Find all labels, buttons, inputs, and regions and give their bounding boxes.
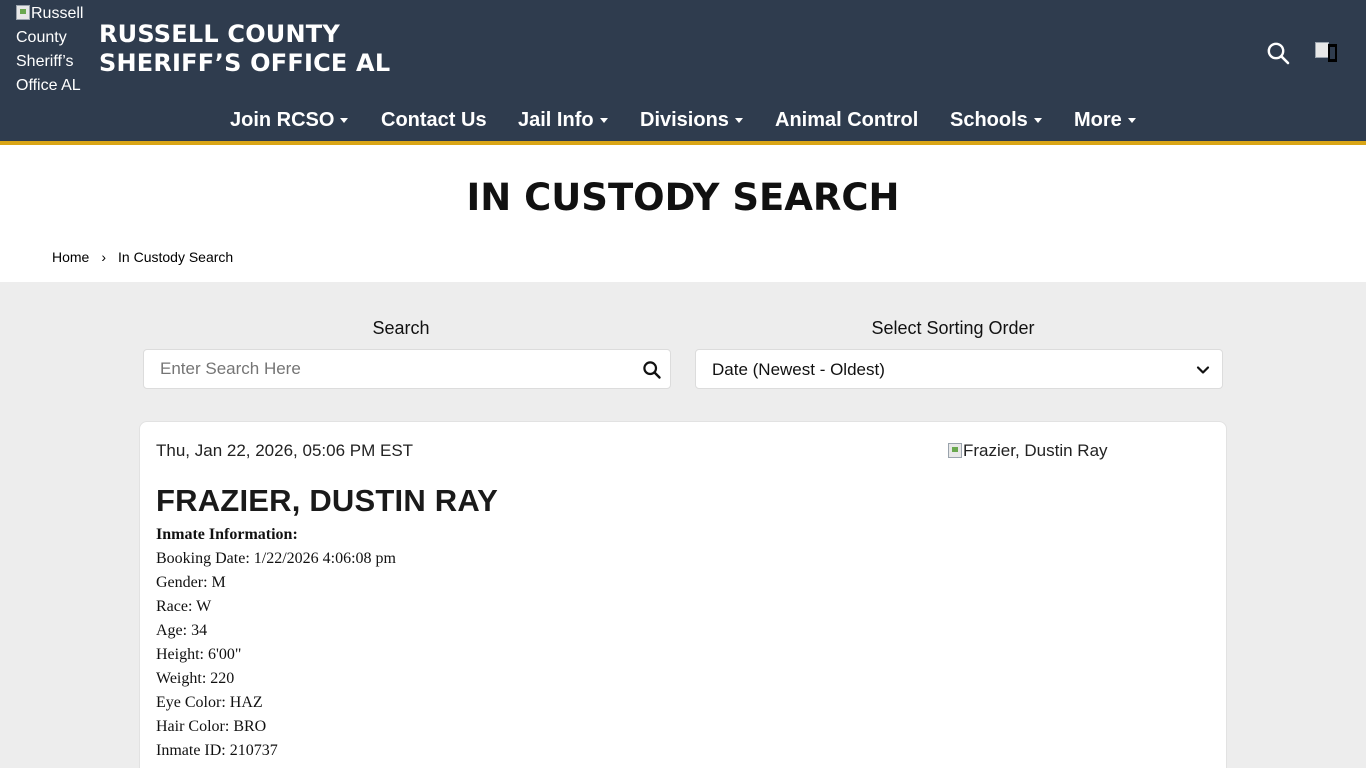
nav-item-contact-us[interactable]: Contact Us xyxy=(381,104,487,136)
nav-item-label: Contact Us xyxy=(381,109,487,131)
nav-item-label: Schools xyxy=(950,109,1028,131)
inmate-detail-id: Inmate ID: 210737 xyxy=(156,742,278,759)
sort-selected-value: Date (Newest - Oldest) xyxy=(712,360,885,379)
broken-image-icon xyxy=(16,5,30,20)
inmate-card[interactable]: Thu, Jan 22, 2026, 05:06 PM EST Frazier,… xyxy=(139,421,1227,768)
caret-down-icon xyxy=(734,118,743,123)
nav-item-jail-info[interactable]: Jail Info xyxy=(518,104,608,136)
sort-order-select[interactable]: Date (Newest - Oldest) xyxy=(695,349,1223,389)
page-title: IN CUSTODY SEARCH xyxy=(466,176,900,219)
search-icon[interactable] xyxy=(642,360,662,380)
inmate-name: FRAZIER, DUSTIN RAY xyxy=(156,483,498,518)
breadcrumb-current: In Custody Search xyxy=(118,249,234,265)
chevron-down-icon xyxy=(1196,366,1210,374)
inmate-detail-hair-color: Hair Color: BRO xyxy=(156,718,267,735)
inmate-detail-height: Height: 6'00" xyxy=(156,646,242,663)
inmate-photo-alt-text: Frazier, Dustin Ray xyxy=(963,441,1108,460)
caret-down-icon xyxy=(340,118,349,123)
nav-item-schools[interactable]: Schools xyxy=(950,104,1042,136)
nav-item-divisions[interactable]: Divisions xyxy=(640,104,743,136)
inmate-photo: Frazier, Dustin Ray xyxy=(948,441,1108,461)
booking-timestamp: Thu, Jan 22, 2026, 05:06 PM EST xyxy=(156,441,414,460)
nav-item-more[interactable]: More xyxy=(1074,104,1136,136)
search-input[interactable] xyxy=(144,350,634,388)
inmate-detail-age: Age: 34 xyxy=(156,622,208,639)
inmate-detail-race: Race: W xyxy=(156,598,212,615)
breadcrumb-separator: › xyxy=(101,249,107,265)
search-label: Search xyxy=(372,318,430,338)
site-title-line-2: SHERIFF’S OFFICE AL xyxy=(99,49,391,77)
nav-item-animal-control[interactable]: Animal Control xyxy=(775,104,918,136)
flag-icon xyxy=(1315,42,1329,58)
site-header: Russell County Sheriff’s Office AL RUSSE… xyxy=(0,0,1366,141)
page-hero: IN CUSTODY SEARCH Home › In Custody Search xyxy=(0,145,1366,282)
nav-item-label: More xyxy=(1074,109,1122,131)
nav-item-label: Jail Info xyxy=(518,109,594,131)
inmate-detail-weight: Weight: 220 xyxy=(156,670,235,687)
inmate-detail-booking-date: Booking Date: 1/22/2026 4:06:08 pm xyxy=(156,550,396,567)
main-nav: Join RCSO Contact Us Jail Info Divisions… xyxy=(0,104,1366,136)
inmate-info-heading: Inmate Information: xyxy=(156,526,298,543)
inmate-detail-gender: Gender: M xyxy=(156,574,226,591)
nav-item-label: Join RCSO xyxy=(230,109,335,131)
nav-item-join-rcso[interactable]: Join RCSO xyxy=(230,104,349,136)
flag-bar-decoration xyxy=(1328,44,1337,62)
site-logo[interactable]: Russell County Sheriff’s Office AL xyxy=(16,2,96,98)
caret-down-icon xyxy=(1127,118,1136,123)
nav-item-label: Divisions xyxy=(640,109,729,131)
site-title-line-1: RUSSELL COUNTY xyxy=(99,20,340,48)
caret-down-icon xyxy=(599,118,608,123)
sort-label: Select Sorting Order xyxy=(871,318,1035,338)
site-title[interactable]: RUSSELL COUNTY SHERIFF’S OFFICE AL xyxy=(99,20,390,78)
flag-button[interactable] xyxy=(1315,42,1337,62)
inmate-info: Inmate Information: Booking Date: 1/22/2… xyxy=(156,523,396,763)
inmate-detail-eye-color: Eye Color: HAZ xyxy=(156,694,263,711)
header-search-button[interactable] xyxy=(1266,41,1290,65)
search-icon xyxy=(1267,42,1290,65)
breadcrumb: Home › In Custody Search xyxy=(52,249,233,266)
nav-item-label: Animal Control xyxy=(775,109,919,131)
caret-down-icon xyxy=(1033,118,1042,123)
breadcrumb-home-link[interactable]: Home xyxy=(52,249,89,265)
search-box xyxy=(143,349,671,389)
broken-image-icon xyxy=(948,443,962,458)
